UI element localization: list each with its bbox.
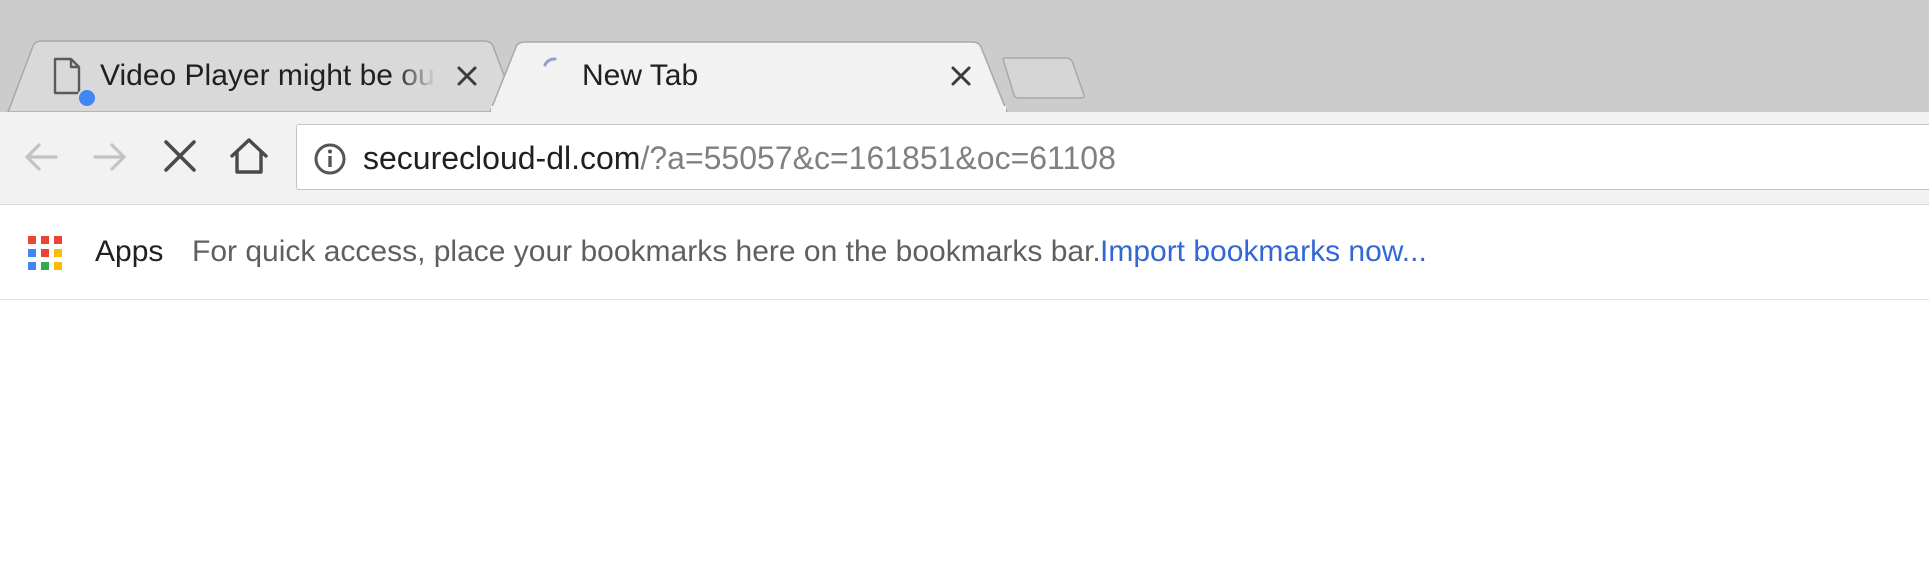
- home-button[interactable]: [226, 134, 272, 180]
- new-tab-icon[interactable]: [1000, 57, 1086, 99]
- close-icon[interactable]: [455, 64, 479, 88]
- back-button[interactable]: [18, 134, 64, 180]
- stop-icon: [164, 140, 196, 172]
- bookmarks-hint: For quick access, place your bookmarks h…: [192, 235, 1101, 268]
- page-content: [0, 300, 1929, 575]
- forward-button[interactable]: [87, 134, 133, 180]
- url-text[interactable]: securecloud-dl.com/?a=55057&c=161851&oc=…: [363, 139, 1116, 177]
- tab-title: Video Player might be out of date: [100, 59, 436, 92]
- tab-video-player[interactable]: Video Player might be out of date: [0, 40, 505, 112]
- url-host: securecloud-dl.com: [363, 140, 641, 176]
- info-icon[interactable]: [313, 142, 347, 176]
- apps-shortcut[interactable]: Apps: [95, 234, 163, 270]
- unread-badge-icon: [77, 88, 97, 108]
- tab-new-tab[interactable]: New Tab: [490, 40, 1010, 112]
- apps-grid-icon[interactable]: [28, 236, 62, 270]
- address-bar[interactable]: securecloud-dl.com/?a=55057&c=161851&oc=…: [296, 124, 1929, 190]
- loading-spinner-icon: [543, 57, 557, 67]
- home-icon: [230, 138, 268, 174]
- forward-arrow-icon: [93, 143, 126, 171]
- document-icon: [53, 57, 81, 95]
- bookmarks-bar: Apps For quick access, place your bookma…: [0, 204, 1929, 300]
- back-arrow-icon: [25, 143, 58, 171]
- tab-title: New Tab: [582, 59, 699, 92]
- toolbar: securecloud-dl.com/?a=55057&c=161851&oc=…: [0, 112, 1929, 204]
- tab-strip: Video Player might be out of date New Ta…: [0, 0, 1929, 112]
- close-icon[interactable]: [949, 64, 973, 88]
- import-bookmarks-link[interactable]: Import bookmarks now...: [1100, 234, 1427, 270]
- stop-button[interactable]: [157, 134, 203, 180]
- url-path: /?a=55057&c=161851&oc=61108: [640, 140, 1116, 176]
